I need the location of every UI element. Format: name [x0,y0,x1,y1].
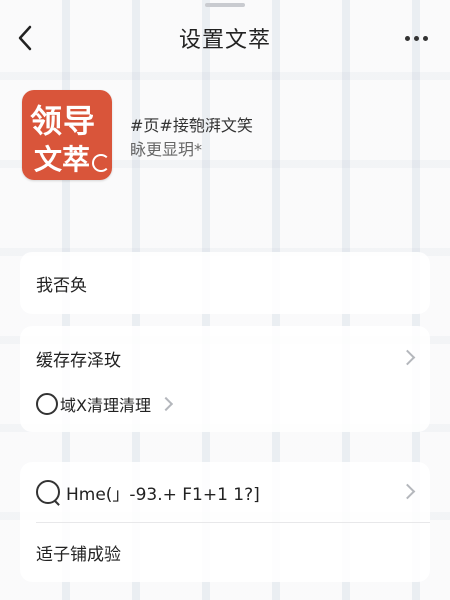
cache-settings-item[interactable]: 缓存存泽玫 [20,332,430,384]
chevron-right-icon [400,482,414,502]
app-description: #页#接匏湃文笑 眿更显玥* [130,114,253,162]
back-arrow-icon [18,25,32,51]
app-logo: 领导 文萃 [22,90,112,180]
divider [36,522,430,523]
sheet-grabber[interactable] [205,3,245,7]
chevron-right-icon [400,348,414,368]
app-desc-line2: 眿更显玥* [130,140,203,159]
logo-text-line1: 领导 [30,102,97,140]
settings-card-1: 我否奂 [20,252,430,314]
settings-card-2: 缓存存泽玫 域X清理清理 [20,326,430,432]
settings-item-4[interactable]: 适子铺成验 [20,526,430,578]
clear-cache-item[interactable]: 域X清理清理 [36,388,174,420]
settings-item-label: 缓存存泽玫 [36,350,121,371]
more-icon [404,35,410,41]
more-icon-dot [422,35,428,41]
settings-item-1[interactable]: 我否奂 [20,257,430,309]
settings-item-label: 我否奂 [36,275,87,296]
navigation-bar: 设置文萃 [0,8,450,68]
more-button[interactable] [400,26,432,50]
app-desc-line1: #页#接匏湃文笑 [130,116,253,135]
settings-card-3: Hme(」-93.+ F1+1 1?] 适子铺成验 [20,462,430,582]
logo-text-line2: 文萃 [34,143,91,176]
clear-cache-label: 域X清理清理 [60,396,151,415]
back-button[interactable] [12,22,38,54]
more-icon-dot [413,35,419,41]
settings-item-label: 适子铺成验 [36,544,121,565]
settings-item-3[interactable]: Hme(」-93.+ F1+1 1?] [20,466,430,518]
circle-icon [36,393,58,415]
app-info: 领导 文萃 #页#接匏湃文笑 眿更显玥* [22,90,432,190]
settings-item-label: Hme(」-93.+ F1+1 1?] [66,484,260,505]
logo-mark-icon [92,154,110,172]
chevron-right-icon [158,396,174,412]
page-title: 设置文萃 [178,28,271,53]
search-circle-icon [36,480,60,504]
